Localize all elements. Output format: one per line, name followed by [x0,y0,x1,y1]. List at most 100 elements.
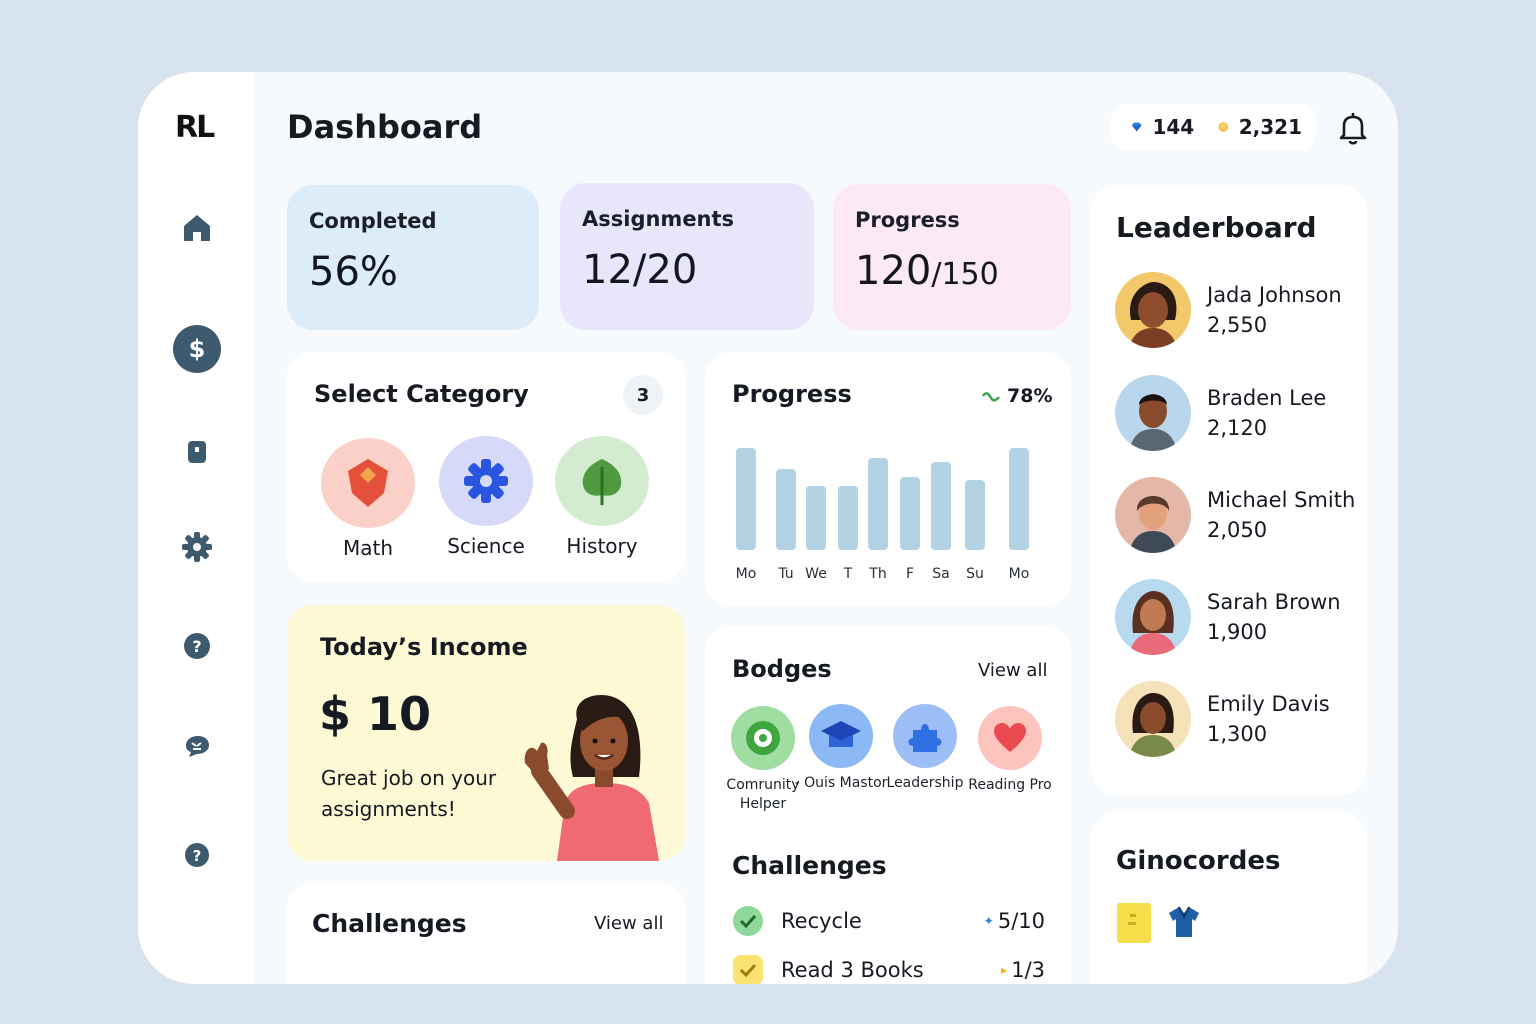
bookmark-icon [188,441,206,463]
app-logo: RL [175,110,215,145]
leader-name: Emily Davis [1207,692,1330,716]
coin-icon [1218,122,1229,132]
ginocordes-title: Ginocordes [1116,846,1281,876]
avatar [1115,579,1191,655]
leader-row[interactable]: Emily Davis 1,300 [1115,680,1375,758]
gem-icon [1131,122,1142,132]
progress-card[interactable]: Progress 120/150 [833,184,1071,330]
sidebar: RL $ ? ? [138,72,254,984]
category-card: Select Category 3 Math Science History [287,352,685,582]
progress-label: Progress [855,208,960,232]
challenge-read-books[interactable]: Read 3 Books ▸ 1/3 [733,954,1045,984]
help-icon: ? [185,843,209,867]
sidebar-item-money[interactable]: $ [173,325,221,373]
chart-bar [736,448,756,550]
category-math[interactable]: Math [313,438,423,560]
chart-x-tick-label: We [805,566,827,582]
chart-bar [776,469,796,550]
income-value: 10 [367,687,432,741]
leader-score: 1,900 [1207,620,1268,644]
science-icon-wrap [439,436,533,526]
chart-bar [965,479,985,550]
progress-value: 120/150 [855,248,1049,294]
gems-count: 144 [1152,115,1195,139]
assignments-card[interactable]: Assignments 12/20 [560,183,814,330]
student-waving-illustration [524,695,659,861]
completed-card[interactable]: Completed 56% [287,185,539,330]
leader-name: Sarah Brown [1207,590,1341,614]
chart-x-tick-label: Th [869,566,887,582]
leader-row[interactable]: Jada Johnson 2,550 [1115,271,1375,349]
sidebar-item-home[interactable] [175,206,219,250]
badges-card: Bodges View all Comrunity Helper - Ouis … [705,626,1071,984]
category-science[interactable]: Science [431,436,541,558]
chart-bar [868,458,888,550]
sidebar-item-messages[interactable] [175,724,219,768]
badge-reading-pro[interactable]: Reading Pro [960,706,1060,795]
progress-bar-chart: Mo Tu We T Th F Sa Su Mo [705,352,1071,606]
coins-count: 2,321 [1238,115,1302,139]
help-icon: ? [184,633,210,659]
chart-bar [900,476,920,550]
leaderboard-card: Leaderboard Jada Johnson 2,550 Braden Le… [1091,185,1367,795]
category-count-badge: 3 [623,375,663,415]
badge-leadership-circle [893,704,957,768]
assignments-label: Assignments [582,207,735,231]
progress-chart-card: Progress 78% Mo Tu We T Th F Sa Su Mo [705,352,1071,606]
chart-x-tick-label: Mo [735,566,757,582]
challenge-recycle[interactable]: Recycle ✦ 5/10 [733,905,1045,937]
checkmark-icon [739,914,757,928]
home-icon [184,215,210,241]
history-icon-wrap [555,436,649,526]
chart-bar [1009,448,1029,550]
category-history[interactable]: History [547,436,657,558]
challenge-read-books-label: Read 3 Books [781,958,924,982]
svg-text:$: $ [189,335,206,363]
leaf-icon [582,459,622,505]
arrow-right-icon: ▸ [1001,963,1008,977]
avatar [1115,375,1191,451]
chart-bar [931,462,951,550]
badge-reading-pro-circle [978,706,1042,770]
leader-row[interactable]: Braden Lee 2,120 [1115,374,1375,452]
assignments-value: 12/20 [582,247,698,293]
challenge-recycle-label: Recycle [781,909,862,933]
gear-icon [464,459,508,503]
note-icon[interactable] [1116,902,1152,944]
challenges-left-card: Challenges View all [287,883,685,984]
check-circle-icon [733,906,763,936]
leader-name: Braden Lee [1207,386,1327,410]
avatar [1115,272,1191,348]
chart-x-tick-label: Su [966,566,984,582]
challenges-left-view-all[interactable]: View all [594,913,663,934]
income-message: Great job on your assignments! [321,766,497,821]
chart-x-tick-label: Sa [932,566,950,582]
notifications-button[interactable] [1338,110,1368,146]
leader-row[interactable]: Michael Smith 2,050 [1115,476,1375,554]
challenge-read-books-progress: 1/3 [1011,958,1045,982]
shirt-icon[interactable] [1165,905,1203,939]
ginocordes-card: Ginocordes [1091,812,1367,984]
leader-score: 2,550 [1207,313,1268,337]
badge-reading-pro-label: Reading Pro [968,777,1052,793]
challenges-title: Challenges [732,851,887,880]
leader-score: 2,120 [1207,416,1268,440]
math-icon-wrap [321,438,415,528]
sidebar-item-bookmarks[interactable] [175,430,219,474]
sidebar-item-settings[interactable] [175,525,219,569]
graduation-cap-icon [821,721,861,747]
sidebar-item-help[interactable]: ? [175,624,219,668]
leader-score: 1,300 [1207,722,1268,746]
sidebar-item-support[interactable]: ? [175,833,219,877]
badge-quiz-master-circle [809,704,873,768]
svg-text:?: ? [192,637,201,656]
income-title: Today’s Income [320,633,528,661]
heart-icon [994,723,1026,752]
leader-row[interactable]: Sarah Brown 1,900 [1115,578,1375,656]
leader-score: 2,050 [1207,518,1268,542]
badges-view-all[interactable]: View all [978,660,1047,681]
shield-icon [348,459,388,507]
currency-stats: 144 2,321 [1111,104,1316,150]
svg-text:?: ? [193,847,202,865]
avatar [1115,681,1191,757]
